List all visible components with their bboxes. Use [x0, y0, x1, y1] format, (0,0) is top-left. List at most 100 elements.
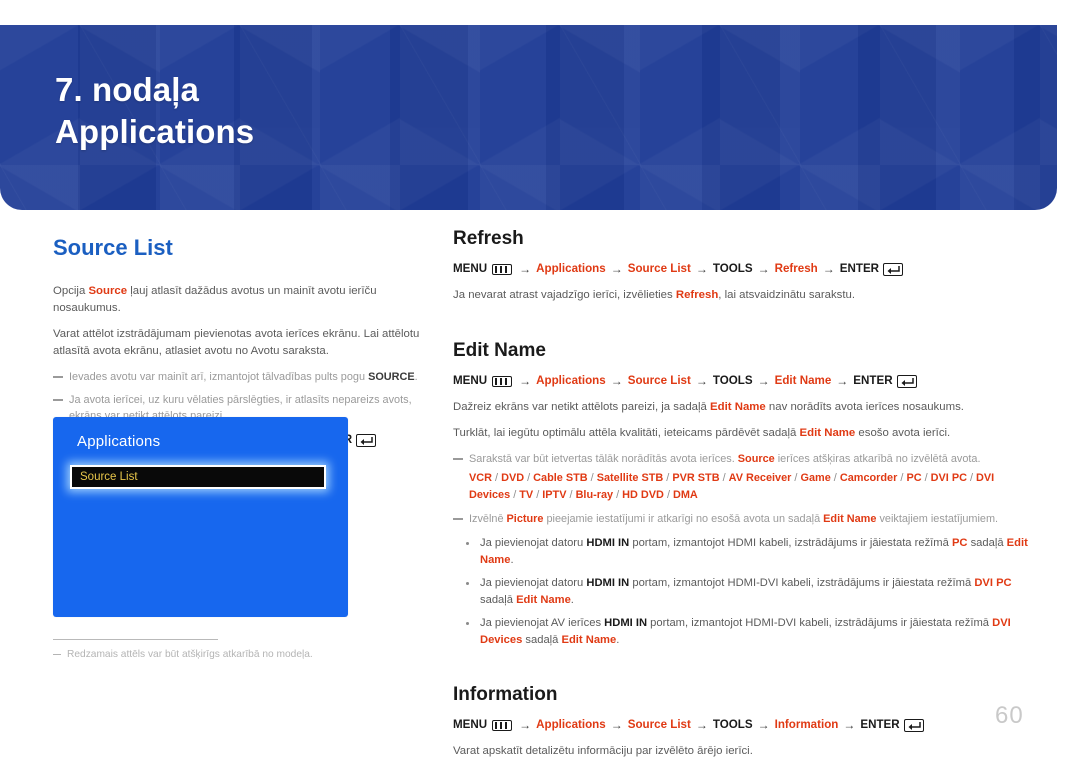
- b3-p3: sadaļā: [522, 633, 562, 646]
- menu-bars-icon: [492, 375, 513, 387]
- pic-note-accent-editname: Edit Name: [823, 513, 877, 525]
- list-item: Ja pievienojat AV ierīces HDMI IN portam…: [453, 615, 1028, 648]
- note-remote-source-button: Ievades avotu var mainīt arī, izmantojot…: [53, 369, 443, 385]
- path-arrow: →: [843, 718, 856, 732]
- paragraph-source-intro: Opcija Source ļauj atlasīt dažādus avotu…: [53, 283, 443, 317]
- paragraph-source-description: Varat attēlot izstrādājumam pievienotas …: [53, 328, 420, 357]
- list-item: Ja pievienojat datoru HDMI IN portam, iz…: [453, 575, 1028, 608]
- dev-note-post: ierīces atšķiras atkarībā no izvēlētā av…: [774, 453, 981, 465]
- b2-p3: sadaļā: [480, 593, 517, 606]
- path-step-refresh: Refresh: [774, 262, 818, 275]
- list-item: Ja pievienojat datoru HDMI IN portam, iz…: [453, 535, 1028, 568]
- enter-return-icon: [903, 718, 924, 732]
- en1-accent: Edit Name: [710, 401, 766, 413]
- path-arrow: →: [757, 718, 770, 732]
- device-separator: /: [533, 489, 543, 501]
- path-step-edit-name: Edit Name: [774, 374, 832, 387]
- section-heading-edit-name: Edit Name: [453, 340, 546, 361]
- device-type: PVR STB: [672, 472, 720, 484]
- path-arrow: →: [757, 374, 770, 388]
- path-step-information: Information: [774, 718, 839, 731]
- page-number: 60: [995, 702, 1024, 729]
- screen-note-block: Redzamais attēls var būt atšķirīgs atkar…: [53, 639, 383, 662]
- path-step-source-list: Source List: [627, 718, 691, 731]
- menu-bars-icon: [492, 263, 513, 275]
- b2-p2: portam, izmantojot HDMI-DVI kabeli, izst…: [629, 577, 975, 589]
- device-separator: /: [613, 489, 623, 501]
- tv-menu-title: Applications: [77, 433, 161, 450]
- pic-note-pre: Izvēlnē: [469, 513, 507, 525]
- screen-note-text: Redzamais attēls var būt atšķirīgs atkar…: [53, 648, 383, 662]
- device-separator: /: [566, 489, 576, 501]
- path-step-tools: TOOLS: [712, 718, 753, 731]
- right-column: Refresh MENU → Applications → Source Lis…: [453, 228, 1028, 769]
- device-type: DVI PC: [930, 472, 967, 484]
- b2-port: HDMI IN: [586, 577, 630, 589]
- chapter-number: 7. nodaļa: [55, 71, 199, 108]
- device-type: IPTV: [542, 489, 567, 501]
- section-heading-information: Information: [453, 684, 558, 705]
- device-type: DMA: [673, 489, 698, 501]
- en2-accent: Edit Name: [799, 427, 856, 439]
- en2-pre: Turklāt, lai iegūtu optimālu attēla kval…: [453, 427, 800, 439]
- paragraph-refresh-description: Ja nevarat atrast vajadzīgo ierīci, izvē…: [453, 287, 1028, 304]
- path-arrow: →: [695, 262, 708, 276]
- enter-return-icon: [356, 433, 377, 447]
- device-type: HD DVD: [622, 489, 664, 501]
- device-type: PC: [906, 472, 922, 484]
- section-heading-source-list: Source List: [53, 235, 173, 260]
- b3-section: Edit Name: [561, 633, 617, 646]
- b1-mode: PC: [951, 537, 968, 549]
- path-step-source-list: Source List: [627, 262, 691, 275]
- device-separator: /: [921, 472, 931, 484]
- path-arrow: →: [610, 262, 623, 276]
- note1-bold: SOURCE: [368, 371, 415, 383]
- device-type: Satellite STB: [596, 472, 664, 484]
- path-enter-label: ENTER: [853, 374, 893, 387]
- device-type: Blu-ray: [575, 489, 614, 501]
- device-separator: /: [492, 472, 502, 484]
- b1-port: HDMI IN: [586, 537, 630, 549]
- paragraph-edit-name-2: Turklāt, lai iegūtu optimālu attēla kval…: [453, 425, 1028, 442]
- en1-post: nav norādīts avota ierīces nosaukums.: [765, 401, 964, 413]
- dev-note-pre: Sarakstā var būt ietvertas tālāk norādīt…: [469, 453, 738, 465]
- device-separator: /: [524, 472, 534, 484]
- b1-p4: .: [510, 553, 514, 566]
- path-arrow: →: [610, 718, 623, 732]
- device-type: Cable STB: [533, 472, 588, 484]
- enter-return-icon: [896, 374, 917, 388]
- note-picture-settings: Izvēlnē Picture pieejamie iestatījumi ir…: [453, 511, 1028, 527]
- path-arrow: →: [822, 262, 835, 276]
- path-enter-label: ENTER: [839, 262, 880, 275]
- b3-p2: portam, izmantojot HDMI-DVI kabeli, izst…: [647, 617, 993, 629]
- b3-p4: .: [616, 633, 620, 646]
- device-type: VCR: [469, 472, 492, 484]
- path-arrow: →: [519, 718, 532, 732]
- note-divider: [53, 639, 218, 640]
- dev-note-accent: Source: [737, 453, 775, 465]
- chapter-title: Applications: [55, 113, 255, 150]
- pic-note-mid: pieejamie iestatījumi ir atkarīgi no eso…: [543, 513, 824, 525]
- menu-bars-icon: [492, 719, 513, 731]
- b2-p4: .: [570, 593, 574, 606]
- enter-return-icon: [883, 262, 904, 276]
- device-list: VCR / DVD / Cable STB / Satellite STB / …: [469, 470, 1028, 504]
- en1-pre: Dažreiz ekrāns var netikt attēlots parei…: [453, 401, 711, 413]
- paragraph-edit-name-1: Dažreiz ekrāns var netikt attēlots parei…: [453, 399, 1028, 416]
- note1-post: .: [414, 371, 418, 383]
- menu-path-edit-name: MENU → Applications → Source List → TOOL…: [453, 372, 1028, 390]
- bullet-list: Ja pievienojat datoru HDMI IN portam, iz…: [453, 535, 1028, 648]
- pic-note-post: veiktajiem iestatījumiem.: [876, 513, 999, 525]
- b2-p1: Ja pievienojat datoru: [480, 577, 587, 589]
- menu-path-refresh: MENU → Applications → Source List → TOOL…: [453, 260, 1028, 278]
- device-type: TV: [519, 489, 534, 501]
- refresh-accent: Refresh: [675, 289, 719, 301]
- tv-screen-mock: Applications Source List: [53, 417, 348, 617]
- path-menu-label: MENU: [453, 374, 488, 387]
- section-heading-refresh: Refresh: [453, 228, 524, 249]
- device-separator: /: [830, 472, 840, 484]
- b1-p1: Ja pievienojat datoru: [480, 537, 587, 549]
- pic-note-accent-picture: Picture: [506, 513, 544, 525]
- b3-port: HDMI IN: [604, 617, 648, 629]
- tv-menu-item-source-list[interactable]: Source List: [70, 465, 326, 489]
